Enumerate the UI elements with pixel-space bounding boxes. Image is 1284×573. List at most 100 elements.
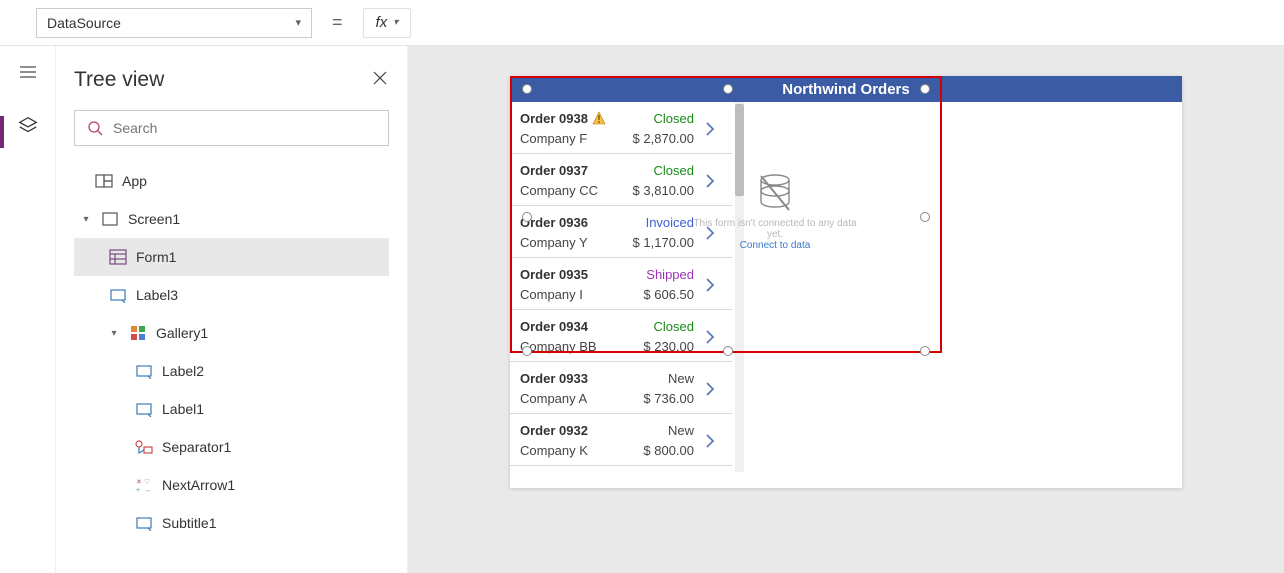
- tree-item-nextarrow1[interactable]: ✕♡ + → NextArrow1: [74, 466, 389, 504]
- tree-item-app[interactable]: App: [74, 162, 389, 200]
- gallery-item[interactable]: Order 0938 Closed Company F $ 2,870.00: [510, 102, 732, 154]
- svg-text:+: +: [136, 487, 140, 493]
- next-arrow[interactable]: [698, 380, 722, 398]
- chevron-down-icon: ▾: [295, 16, 301, 29]
- order-company: Company F: [520, 131, 629, 146]
- order-amount: $ 800.00: [643, 443, 694, 458]
- app-canvas[interactable]: Northwind Orders This form isn't connect: [510, 76, 1182, 488]
- tree-item-gallery1[interactable]: ▾ Gallery1: [74, 314, 389, 352]
- tree-item-label: Screen1: [128, 211, 180, 227]
- caret-down-icon[interactable]: ▾: [80, 214, 92, 225]
- nextarrow-icon: ✕♡ + →: [134, 475, 154, 495]
- order-company: Company CC: [520, 183, 629, 198]
- order-title: Order 0938: [520, 111, 629, 126]
- tree-item-subtitle1[interactable]: Subtitle1: [74, 504, 389, 542]
- gallery-item[interactable]: Order 0936InvoicedCompany Y$ 1,170.00: [510, 206, 732, 258]
- tree-view-rail-button[interactable]: [16, 114, 40, 138]
- tree-item-form1[interactable]: Form1: [74, 238, 389, 276]
- chevron-right-icon: [704, 276, 716, 294]
- equals-sign: =: [326, 12, 349, 33]
- next-arrow[interactable]: [698, 276, 722, 294]
- database-disconnected-icon: [755, 172, 795, 214]
- order-status: Closed: [654, 319, 694, 334]
- order-title: Order 0935: [520, 267, 639, 282]
- label-icon: [134, 361, 154, 381]
- form-icon: [108, 247, 128, 267]
- order-title: Order 0932: [520, 423, 639, 438]
- hamburger-icon: [18, 62, 38, 82]
- tree-item-label2[interactable]: Label2: [74, 352, 389, 390]
- gallery-item[interactable]: Order 0933NewCompany A$ 736.00: [510, 362, 732, 414]
- tree-view-panel: Tree view App ▾ Screen1 Form1: [56, 46, 408, 573]
- app-header: Northwind Orders: [510, 76, 1182, 102]
- orders-gallery[interactable]: Order 0938ClosedCompany F$ 2,870.00Order…: [510, 102, 732, 488]
- tree-item-label3[interactable]: Label3: [74, 276, 389, 314]
- svg-text:→: →: [144, 487, 151, 493]
- next-arrow[interactable]: [698, 224, 722, 242]
- chevron-right-icon: [704, 172, 716, 190]
- property-name: DataSource: [47, 15, 121, 31]
- left-rail: [0, 46, 56, 573]
- svg-text:♡: ♡: [144, 478, 150, 486]
- warning-icon: [592, 111, 606, 125]
- property-dropdown[interactable]: DataSource ▾: [36, 8, 312, 38]
- gallery-item[interactable]: Order 0937ClosedCompany CC$ 3,810.00: [510, 154, 732, 206]
- fx-button[interactable]: fx ▾: [363, 8, 412, 38]
- next-arrow[interactable]: [698, 328, 722, 346]
- tree-item-label: Subtitle1: [162, 515, 216, 531]
- order-status: Closed: [654, 111, 694, 126]
- tree-item-label: Label3: [136, 287, 178, 303]
- chevron-right-icon: [704, 432, 716, 450]
- gallery-item[interactable]: Order 0934ClosedCompany BB$ 230.00: [510, 310, 732, 362]
- connect-to-data-link[interactable]: Connect to data: [740, 240, 811, 251]
- gallery-item[interactable]: Order 0932NewCompany K$ 800.00: [510, 414, 732, 466]
- close-icon: [371, 69, 389, 87]
- tree-item-screen1[interactable]: ▾ Screen1: [74, 200, 389, 238]
- formula-bar: DataSource ▾ = fx ▾: [0, 0, 1284, 46]
- order-amount: $ 736.00: [643, 391, 694, 406]
- tree-item-label1[interactable]: Label1: [74, 390, 389, 428]
- order-amount: $ 2,870.00: [633, 131, 694, 146]
- formula-input[interactable]: [425, 8, 1276, 38]
- order-company: Company Y: [520, 235, 629, 250]
- caret-down-icon[interactable]: ▾: [108, 328, 120, 339]
- chevron-right-icon: [704, 120, 716, 138]
- order-title: Order 0933: [520, 371, 639, 386]
- tree-view-close-button[interactable]: [371, 69, 389, 92]
- tree-search-input[interactable]: [113, 120, 376, 136]
- chevron-right-icon: [704, 224, 716, 242]
- order-status: Shipped: [646, 267, 694, 282]
- layers-icon: [17, 115, 39, 137]
- rail-active-indicator: [0, 116, 4, 148]
- chevron-right-icon: [704, 380, 716, 398]
- tree-item-label: App: [122, 173, 147, 189]
- next-arrow[interactable]: [698, 172, 722, 190]
- label-icon: [108, 285, 128, 305]
- tree-item-label: Label2: [162, 363, 204, 379]
- order-company: Company K: [520, 443, 639, 458]
- canvas-area: Northwind Orders This form isn't connect: [408, 46, 1284, 573]
- label-icon: [134, 513, 154, 533]
- next-arrow[interactable]: [698, 120, 722, 138]
- next-arrow[interactable]: [698, 432, 722, 450]
- tree-item-label: Label1: [162, 401, 204, 417]
- tree-item-separator1[interactable]: Separator1: [74, 428, 389, 466]
- gallery-icon: [128, 323, 148, 343]
- order-company: Company I: [520, 287, 639, 302]
- chevron-right-icon: [704, 328, 716, 346]
- order-title: Order 0937: [520, 163, 629, 178]
- app-title: Northwind Orders: [782, 81, 910, 98]
- order-title: Order 0934: [520, 319, 639, 334]
- tree-item-label: NextArrow1: [162, 477, 235, 493]
- tree-item-label: Separator1: [162, 439, 231, 455]
- hamburger-menu-button[interactable]: [16, 60, 40, 84]
- gallery-item[interactable]: Order 0935ShippedCompany I$ 606.50: [510, 258, 732, 310]
- tree-search-box[interactable]: [74, 110, 389, 146]
- order-amount: $ 3,810.00: [633, 183, 694, 198]
- app-icon: [94, 171, 114, 191]
- svg-text:✕: ✕: [136, 479, 142, 486]
- order-company: Company A: [520, 391, 639, 406]
- tree-view-title: Tree view: [74, 68, 164, 92]
- tree-scroll[interactable]: App ▾ Screen1 Form1 Label3 ▾: [74, 162, 389, 573]
- tree-item-label: Gallery1: [156, 325, 208, 341]
